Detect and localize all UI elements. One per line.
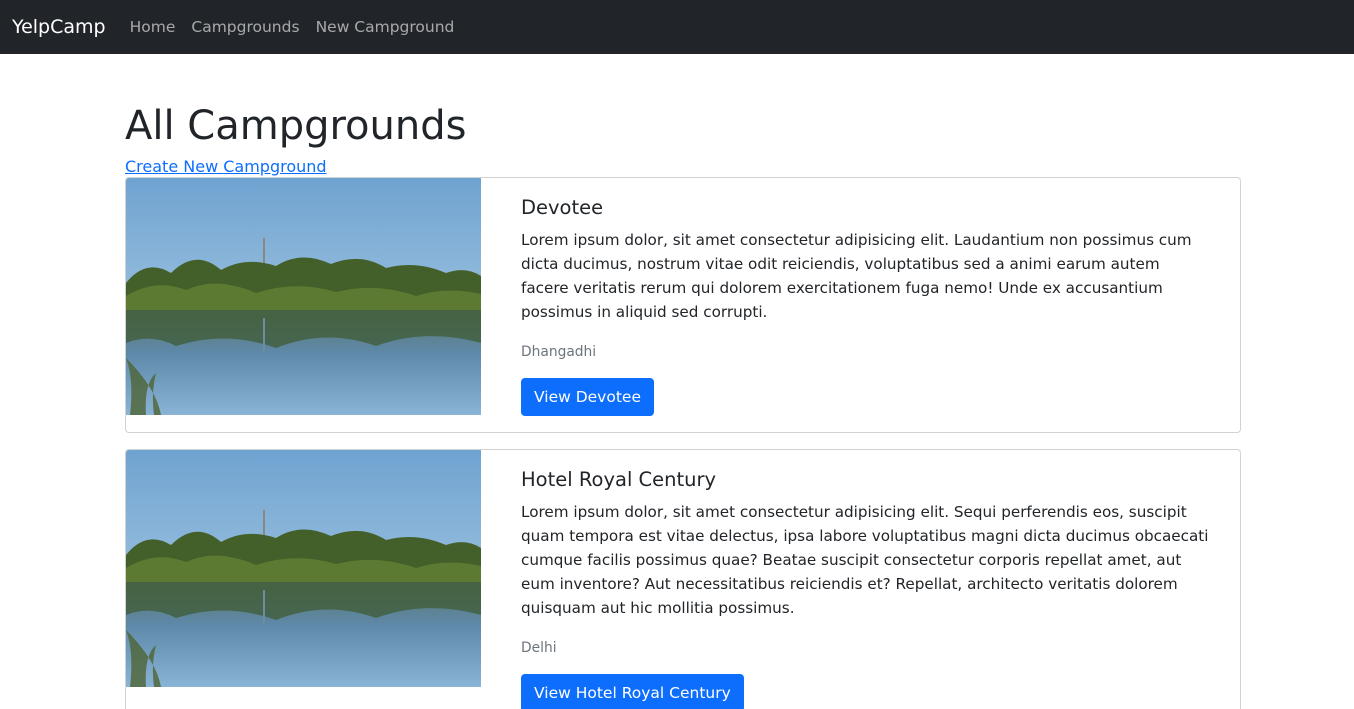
brand-link[interactable]: YelpCamp [12,16,106,38]
campground-image [126,450,481,687]
nav-link-new-campground[interactable]: New Campground [316,18,455,36]
campground-image [126,178,481,415]
view-campground-button[interactable]: View Hotel Royal Century [521,674,744,709]
card-title: Devotee [521,196,604,219]
navbar: YelpCamp Home Campgrounds New Campground [0,0,1354,54]
card-description: Lorem ipsum dolor, sit amet consectetur … [521,231,1192,321]
card-title: Hotel Royal Century [521,468,717,491]
create-campground-link[interactable]: Create New Campground [125,157,327,177]
card-body: Hotel Royal Century Lorem ipsum dolor, s… [481,450,1240,709]
campground-card: Devotee Lorem ipsum dolor, sit amet cons… [125,177,1241,433]
card-location: Delhi [521,640,557,656]
nav-link-home[interactable]: Home [130,18,176,36]
card-body: Devotee Lorem ipsum dolor, sit amet cons… [481,178,1240,432]
nav-link-campgrounds[interactable]: Campgrounds [191,18,299,36]
card-location: Dhangadhi [521,344,597,360]
campground-card: Hotel Royal Century Lorem ipsum dolor, s… [125,449,1241,709]
main-container: All Campgrounds Create New Campground De… [125,54,1241,709]
page-title: All Campgrounds [125,103,467,149]
card-description: Lorem ipsum dolor, sit amet consectetur … [521,503,1209,617]
view-campground-button[interactable]: View Devotee [521,378,654,416]
